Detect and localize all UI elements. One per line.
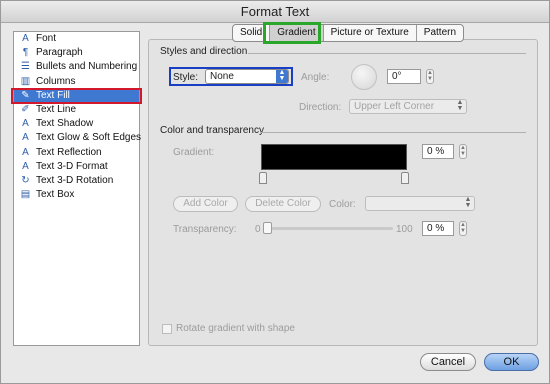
sidebar-item-text-reflection[interactable]: A Text Reflection <box>14 146 139 160</box>
sidebar-item-label: Text Box <box>36 189 75 201</box>
transparency-label: Transparency: <box>173 224 237 235</box>
popup-arrows-icon: ▲ ▼ <box>464 196 472 209</box>
cancel-button[interactable]: Cancel <box>420 353 476 371</box>
transparency-field[interactable]: 0 % <box>422 221 454 236</box>
slider-max-label: 100 <box>396 224 413 235</box>
sidebar-item-label: Text 3-D Format <box>36 160 108 172</box>
slider-min-label: 0 <box>255 224 261 235</box>
color-heading: Color and transparency <box>160 125 264 136</box>
transparency-stepper[interactable]: ▲ ▼ <box>459 221 467 236</box>
gradient-position-field[interactable]: 0 % <box>422 144 454 159</box>
direction-label: Direction: <box>299 102 342 113</box>
text-box-icon: ▤ <box>20 189 31 201</box>
gradient-preview[interactable] <box>261 144 407 170</box>
sidebar-item-columns[interactable]: ▥ Columns <box>14 75 139 89</box>
sidebar-item-label: Font <box>36 33 57 44</box>
sidebar-item-label: Paragraph <box>36 47 83 59</box>
bullets-icon: ☰ <box>21 61 30 73</box>
paragraph-icon: ¶ <box>22 47 29 59</box>
styles-divider <box>248 53 526 54</box>
sidebar-item-text-3d-format[interactable]: A Text 3-D Format <box>14 160 139 174</box>
sidebar-item-font[interactable]: A Font <box>14 32 139 46</box>
color-label: Color: <box>329 199 356 210</box>
angle-stepper[interactable]: ▲ ▼ <box>426 69 434 84</box>
text-shadow-icon: A <box>22 118 29 130</box>
add-color-button[interactable]: Add Color <box>173 196 238 212</box>
rotate-gradient-checkbox[interactable] <box>162 324 172 334</box>
text-reflection-icon: A <box>22 146 29 158</box>
delete-color-button[interactable]: Delete Color <box>245 196 321 212</box>
color-popup[interactable]: ▲ ▼ <box>365 196 475 211</box>
angle-label: Angle: <box>301 72 330 83</box>
styles-heading: Styles and direction <box>160 46 248 57</box>
sidebar-item-label: Bullets and Numbering <box>36 61 138 73</box>
sidebar-item-label: Text 3-D Rotation <box>36 174 114 186</box>
sidebar-item-label: Text Glow & Soft Edges <box>36 132 142 144</box>
ok-button[interactable]: OK <box>484 353 539 371</box>
transparency-slider[interactable] <box>265 227 393 230</box>
gradient-stop-left[interactable] <box>259 172 267 184</box>
sidebar-item-label: Columns <box>36 75 76 87</box>
text-line-icon: ✐ <box>21 103 30 115</box>
format-text-dialog: Format Text A Font ¶ Paragraph ☰ Bullets… <box>0 0 550 384</box>
direction-value: Upper Left Corner <box>354 101 435 112</box>
sidebar-item-text-glow[interactable]: A Text Glow & Soft Edges <box>14 131 142 145</box>
sidebar-item-label: Text Reflection <box>36 146 102 158</box>
tab-picture-or-texture[interactable]: Picture or Texture <box>322 25 416 41</box>
sidebar-item-paragraph[interactable]: ¶ Paragraph <box>14 46 139 60</box>
sidebar-item-text-3d-rotation[interactable]: ↻ Text 3-D Rotation <box>14 174 139 188</box>
font-icon: A <box>22 33 29 44</box>
sidebar-item-label: Text Line <box>36 103 77 115</box>
gradient-position-stepper[interactable]: ▲ ▼ <box>459 144 467 159</box>
direction-popup[interactable]: Upper Left Corner ▲ ▼ <box>349 99 467 114</box>
gradient-stop-right[interactable] <box>401 172 409 184</box>
tab-pattern[interactable]: Pattern <box>415 25 463 41</box>
angle-dial[interactable] <box>351 64 377 90</box>
gradient-label: Gradient: <box>173 147 215 158</box>
popup-arrows-icon: ▲ ▼ <box>456 99 464 112</box>
window-title: Format Text <box>1 1 549 23</box>
text-3d-format-icon: A <box>22 160 29 172</box>
angle-field[interactable]: 0° <box>387 69 421 84</box>
sidebar-item-text-box[interactable]: ▤ Text Box <box>14 188 139 202</box>
transparency-slider-thumb[interactable] <box>263 222 272 234</box>
text-glow-icon: A <box>22 132 29 144</box>
sidebar-item-text-shadow[interactable]: A Text Shadow <box>14 117 139 131</box>
style-highlight-box <box>169 67 293 86</box>
sidebar-item-bullets[interactable]: ☰ Bullets and Numbering <box>14 60 139 74</box>
category-list: A Font ¶ Paragraph ☰ Bullets and Numberi… <box>13 31 142 346</box>
sidebar-item-label: Text Shadow <box>36 118 94 130</box>
rotate-gradient-label: Rotate gradient with shape <box>176 323 295 334</box>
columns-icon: ▥ <box>20 75 31 87</box>
sidebar-highlight-box <box>11 88 142 104</box>
color-divider <box>260 132 526 133</box>
text-3d-rotation-icon: ↻ <box>21 174 30 186</box>
tab-highlight-box <box>263 22 321 44</box>
sidebar-item-text-line[interactable]: ✐ Text Line <box>14 103 139 117</box>
